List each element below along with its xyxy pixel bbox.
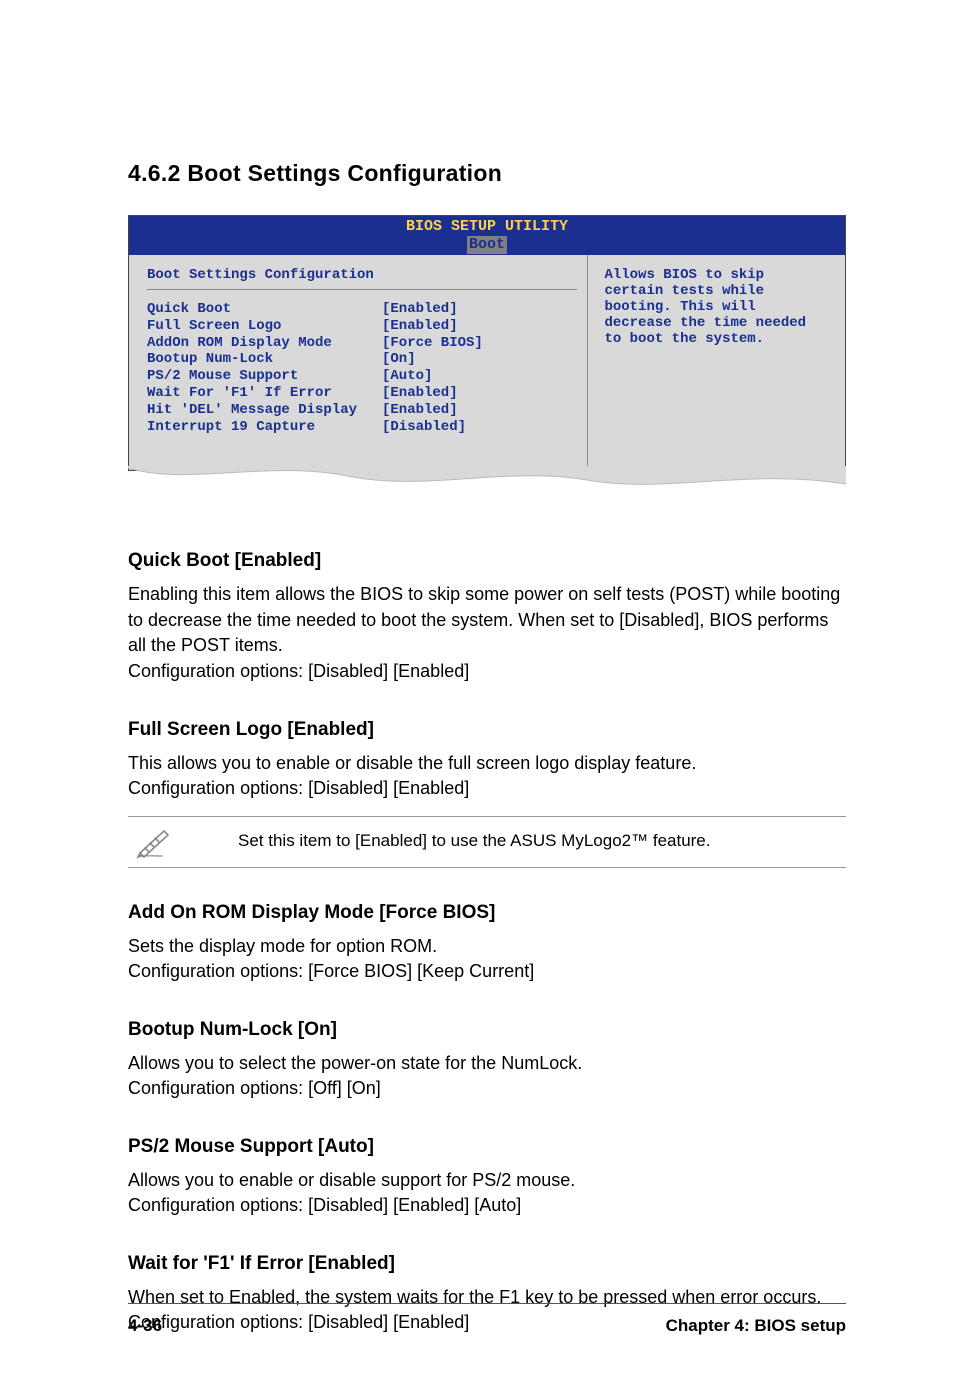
- bios-settings-panel: Boot Settings Configuration Quick Boot[E…: [129, 255, 587, 470]
- item-heading: Full Screen Logo [Enabled]: [128, 719, 846, 741]
- item-body: This allows you to enable or disable the…: [128, 751, 846, 802]
- bios-row: Full Screen Logo[Enabled]: [147, 318, 577, 335]
- section-heading: 4.6.2 Boot Settings Configuration: [128, 160, 846, 187]
- item-body: Sets the display mode for option ROM.Con…: [128, 934, 846, 985]
- bios-row: AddOn ROM Display Mode[Force BIOS]: [147, 335, 577, 352]
- page-number: 4-36: [128, 1316, 162, 1336]
- bios-row: Wait For 'F1' If Error[Enabled]: [147, 385, 577, 402]
- bios-panel-title: Boot Settings Configuration: [147, 267, 577, 290]
- item-body: Allows you to select the power-on state …: [128, 1051, 846, 1102]
- note-text: Set this item to [Enabled] to use the AS…: [238, 831, 711, 851]
- bios-row: Interrupt 19 Capture[Disabled]: [147, 419, 577, 436]
- item-body: Allows you to enable or disable support …: [128, 1168, 846, 1219]
- bios-help-panel: Allows BIOS to skip certain tests while …: [587, 255, 845, 470]
- bios-title: BIOS SETUP UTILITY: [129, 218, 845, 236]
- bios-row: PS/2 Mouse Support[Auto]: [147, 368, 577, 385]
- bios-row: Quick Boot[Enabled]: [147, 301, 577, 318]
- item-body: Enabling this item allows the BIOS to sk…: [128, 582, 846, 684]
- chapter-title: Chapter 4: BIOS setup: [666, 1316, 846, 1336]
- page-footer: 4-36 Chapter 4: BIOS setup: [128, 1303, 846, 1336]
- item-heading: Add On ROM Display Mode [Force BIOS]: [128, 902, 846, 924]
- note-block: Set this item to [Enabled] to use the AS…: [128, 816, 846, 868]
- pencil-icon: [134, 823, 178, 859]
- bios-tab: Boot: [467, 236, 507, 254]
- bios-row: Bootup Num-Lock[On]: [147, 351, 577, 368]
- item-heading: Wait for 'F1' If Error [Enabled]: [128, 1253, 846, 1275]
- item-heading: Bootup Num-Lock [On]: [128, 1019, 846, 1041]
- bios-row: Hit 'DEL' Message Display[Enabled]: [147, 402, 577, 419]
- item-heading: PS/2 Mouse Support [Auto]: [128, 1136, 846, 1158]
- bios-torn-edge: [128, 466, 846, 492]
- bios-header: BIOS SETUP UTILITY Boot: [129, 216, 845, 255]
- item-heading: Quick Boot [Enabled]: [128, 550, 846, 572]
- bios-screenshot: BIOS SETUP UTILITY Boot Boot Settings Co…: [128, 215, 846, 471]
